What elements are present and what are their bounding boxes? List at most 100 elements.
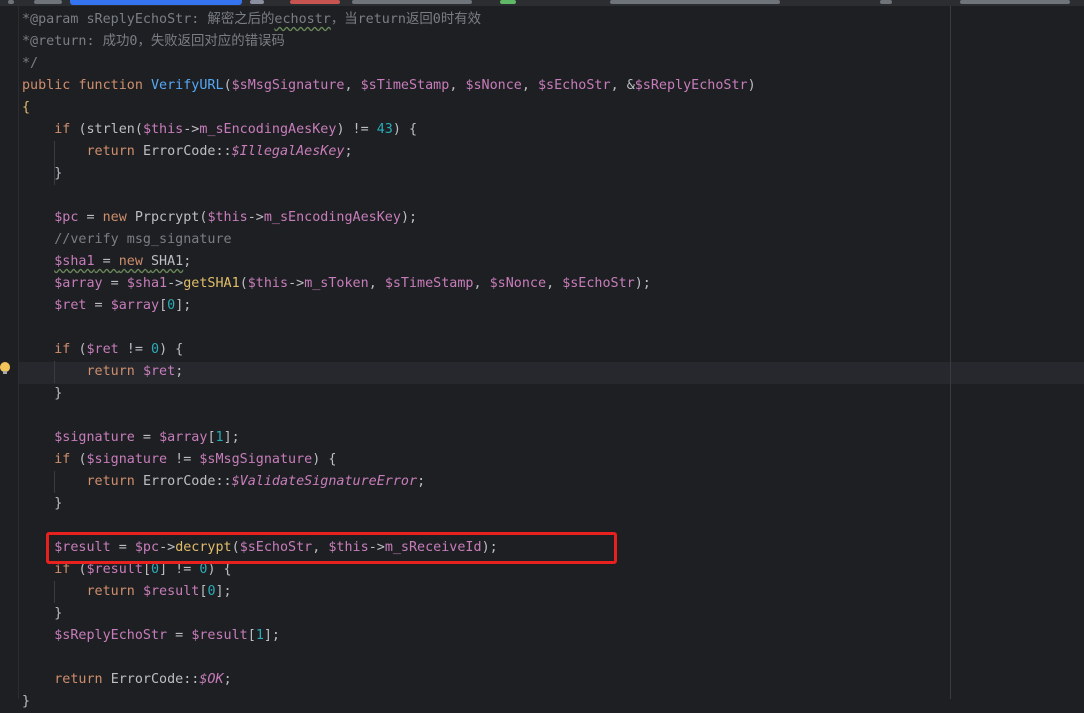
code-token: ( xyxy=(78,342,87,357)
code-token: $result xyxy=(142,584,200,599)
code-token: Prpcrypt( xyxy=(134,210,208,225)
code-token: & xyxy=(626,78,635,93)
code-line[interactable]: } xyxy=(22,493,756,515)
code-line[interactable] xyxy=(22,647,756,669)
code-line[interactable]: return $result[0]; xyxy=(22,581,756,603)
tab-fragment[interactable] xyxy=(352,0,472,4)
code-line[interactable]: $array = $sha1->getSHA1($this->m_sToken,… xyxy=(22,273,756,295)
code-token: m_sEncodingAesKey xyxy=(263,210,401,225)
tab-fragment[interactable] xyxy=(880,0,892,4)
code-line[interactable]: public function VerifyURL($sMsgSignature… xyxy=(22,75,756,97)
code-token: */ xyxy=(22,56,39,71)
code-line[interactable]: *@param sReplyEchoStr: 解密之后的echostr，当ret… xyxy=(22,9,756,31)
tab-fragment[interactable] xyxy=(250,0,264,4)
code-token: 0 xyxy=(151,342,160,357)
code-token: $OK xyxy=(199,672,224,687)
code-token: return xyxy=(86,144,143,159)
code-token: = xyxy=(134,430,160,445)
code-token: ) { xyxy=(392,122,418,137)
code-token: $sha1 xyxy=(54,254,95,269)
code-token: $sReplyEchoStr xyxy=(54,628,168,643)
editor-gutter[interactable] xyxy=(0,6,18,699)
code-token: m_sEncodingAesKey xyxy=(199,122,337,137)
code-token: $ret xyxy=(142,364,176,379)
code-line[interactable]: } xyxy=(22,383,756,405)
code-token: -> xyxy=(183,122,200,137)
code-token: 0 xyxy=(167,298,176,313)
code-token: -> xyxy=(247,210,264,225)
code-line[interactable]: if (strlen($this->m_sEncodingAesKey) != … xyxy=(22,119,756,141)
code-token: return xyxy=(86,474,143,489)
code-line[interactable]: return ErrorCode::$OK; xyxy=(22,669,756,691)
tab-fragment[interactable] xyxy=(8,0,14,4)
code-line[interactable]: return ErrorCode::$ValidateSignatureErro… xyxy=(22,471,756,493)
code-line[interactable]: $sReplyEchoStr = $result[1]; xyxy=(22,625,756,647)
code-token: ; xyxy=(344,144,353,159)
code-line[interactable]: *@return: 成功0，失败返回对应的错误码 xyxy=(22,31,756,53)
code-token: = xyxy=(167,628,192,643)
tab-fragment[interactable] xyxy=(960,0,1070,4)
code-line[interactable]: $sha1 = new SHA1; xyxy=(22,251,756,273)
active-tab[interactable] xyxy=(70,0,242,5)
code-token: $sMsgSignature xyxy=(199,452,313,467)
tab-fragment[interactable] xyxy=(610,0,780,4)
code-line[interactable]: } xyxy=(22,603,756,625)
code-line[interactable]: $signature = $array[1]; xyxy=(22,427,756,449)
code-line[interactable] xyxy=(22,405,756,427)
code-token: ]; xyxy=(223,430,240,445)
code-line[interactable]: $ret = $array[0]; xyxy=(22,295,756,317)
code-token: $ValidateSignatureError xyxy=(231,474,418,489)
code-line[interactable] xyxy=(22,317,756,339)
code-token: } xyxy=(22,606,63,621)
tab-fragment[interactable] xyxy=(34,0,62,4)
code-line[interactable]: return $ret; xyxy=(22,361,756,383)
code-token: strlen( xyxy=(86,122,143,137)
code-token: $sNonce xyxy=(489,276,547,291)
code-token: $signature xyxy=(86,452,168,467)
code-token: } xyxy=(22,386,63,401)
code-line[interactable]: { xyxy=(22,97,756,119)
code-line[interactable]: if ($signature != $sMsgSignature) { xyxy=(22,449,756,471)
editor-tab-bar[interactable] xyxy=(0,0,1084,6)
code-token: ]; xyxy=(263,628,280,643)
code-token: ErrorCode:: xyxy=(142,474,232,489)
code-line[interactable]: if ($ret != 0) { xyxy=(22,339,756,361)
tab-fragment[interactable] xyxy=(500,0,516,4)
code-token: *@return: 成功0，失败返回对应的错误码 xyxy=(22,34,285,49)
code-token: 1 xyxy=(255,628,264,643)
red-highlight-annotation xyxy=(46,532,617,564)
code-line[interactable] xyxy=(22,185,756,207)
code-line[interactable]: //verify msg_signature xyxy=(22,229,756,251)
code-line[interactable]: } xyxy=(22,691,756,713)
code-token: new xyxy=(118,254,151,269)
code-token: $sTimeStamp xyxy=(384,276,474,291)
code-token: -> xyxy=(167,276,184,291)
code-line[interactable]: return ErrorCode::$IllegalAesKey; xyxy=(22,141,756,163)
code-token: VerifyURL xyxy=(151,78,224,93)
code-token: , xyxy=(546,276,563,291)
code-token: new xyxy=(102,210,135,225)
code-token: } xyxy=(22,166,63,181)
code-token: , xyxy=(344,78,361,93)
code-token: $result xyxy=(191,628,248,643)
code-token: if xyxy=(54,562,79,577)
code-token: return xyxy=(86,584,143,599)
code-token: ); xyxy=(400,210,418,225)
code-token: ) { xyxy=(207,562,232,577)
code-token: ; xyxy=(417,474,426,489)
code-line[interactable]: } xyxy=(22,163,756,185)
tab-fragment[interactable] xyxy=(290,0,340,4)
lightbulb-icon[interactable] xyxy=(0,362,10,374)
code-editor[interactable]: *@param sReplyEchoStr: 解密之后的echostr，当ret… xyxy=(22,9,756,713)
code-line[interactable]: $pc = new Prpcrypt($this->m_sEncodingAes… xyxy=(22,207,756,229)
code-token: , xyxy=(368,276,385,291)
code-line[interactable]: */ xyxy=(22,53,756,75)
code-token: return xyxy=(54,672,111,687)
code-token: ( xyxy=(239,276,248,291)
